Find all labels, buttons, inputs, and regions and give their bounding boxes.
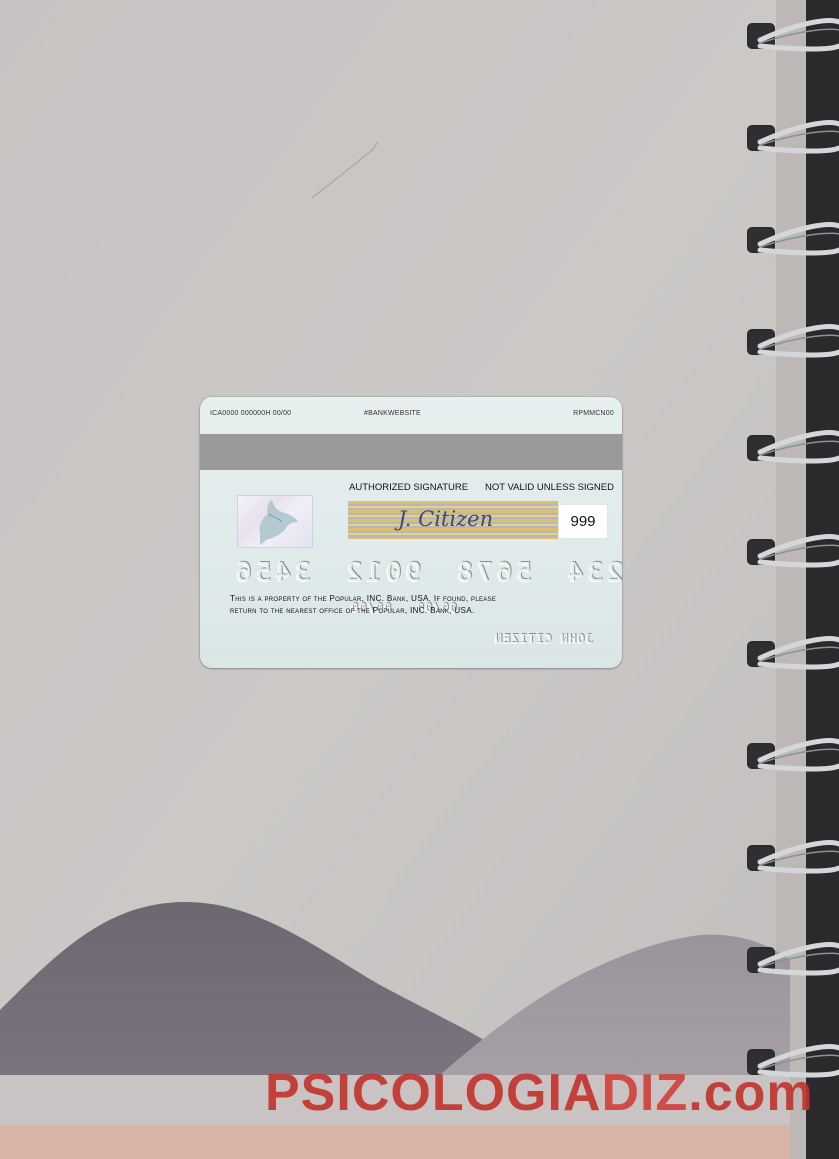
card-number-group: 3456 bbox=[232, 558, 311, 588]
bank-card-back: ICA0000 000000H 00/00 #BANKWEBSITE RPMMC… bbox=[200, 397, 622, 668]
dove-icon bbox=[259, 500, 298, 545]
authorized-signature-label: AUTHORIZED SIGNATURE bbox=[349, 482, 469, 493]
card-top-right-code: RPMMCN00 bbox=[573, 410, 614, 417]
disclaimer-line: return to the nearest office of the Popu… bbox=[230, 605, 475, 615]
not-valid-label: NOT VALID UNLESS SIGNED bbox=[485, 482, 614, 493]
watermark-part: .com bbox=[688, 1064, 814, 1122]
signature-panel: J. Citizen bbox=[348, 501, 558, 539]
card-number-group: 5678 bbox=[453, 558, 532, 588]
embossed-name: JOHN CITIZEN bbox=[494, 632, 593, 646]
cvv-box: 999 bbox=[558, 504, 608, 539]
signature-text: J. Citizen bbox=[398, 507, 494, 531]
card-top-center-text: #BANKWEBSITE bbox=[364, 410, 421, 417]
card-number-group: 1234 bbox=[563, 558, 622, 588]
watermark-part: DIZ bbox=[601, 1064, 689, 1122]
watermark-part: PSICOLOGIA bbox=[265, 1064, 602, 1122]
hologram bbox=[237, 495, 313, 548]
watermark: PSICOLOGIADIZ.com bbox=[265, 1067, 814, 1119]
disclaimer-line: This is a property of the Popular, INC. … bbox=[230, 594, 497, 603]
card-top-left-code: ICA0000 000000H 00/00 bbox=[210, 410, 292, 417]
card-disclaimer: This is a property of the Popular, INC. … bbox=[230, 593, 580, 616]
magnetic-stripe bbox=[200, 434, 622, 470]
card-number-group: 9012 bbox=[342, 558, 422, 588]
embossed-card-number: 1234 5678 9012 3456 bbox=[232, 558, 622, 588]
